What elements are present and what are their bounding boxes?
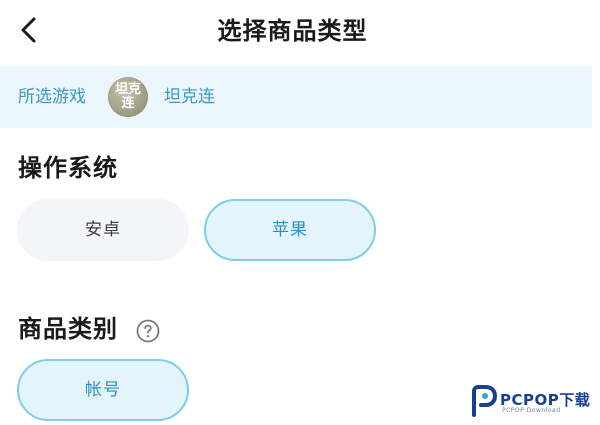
page-title: 选择商品类型 [217, 17, 368, 45]
pcpop-logo-icon [472, 385, 498, 417]
watermark-subtext: PCPOP Download [502, 407, 561, 414]
category-section-title: 商品类别 [18, 315, 118, 343]
category-option-account-button[interactable]: 帐号 [17, 359, 189, 421]
selected-game-name: 坦克连 [164, 87, 215, 107]
selected-game-label: 所选游戏 [18, 87, 86, 107]
os-option-android-button[interactable]: 安卓 [17, 199, 189, 261]
pcpop-watermark: PCPOP下载 PCPOP Download [470, 383, 600, 419]
os-option-ios-button[interactable]: 苹果 [204, 199, 376, 261]
header-bar: 选择商品类型 [0, 0, 600, 64]
selected-game-bar: 所选游戏 坦克 连 坦克连 [0, 66, 592, 128]
help-question-icon[interactable] [136, 319, 160, 343]
game-avatar-text-line2: 连 [121, 96, 135, 111]
os-section-title: 操作系统 [18, 154, 118, 182]
game-avatar: 坦克 连 [108, 77, 148, 117]
game-avatar-text-line1: 坦克 [114, 82, 141, 97]
